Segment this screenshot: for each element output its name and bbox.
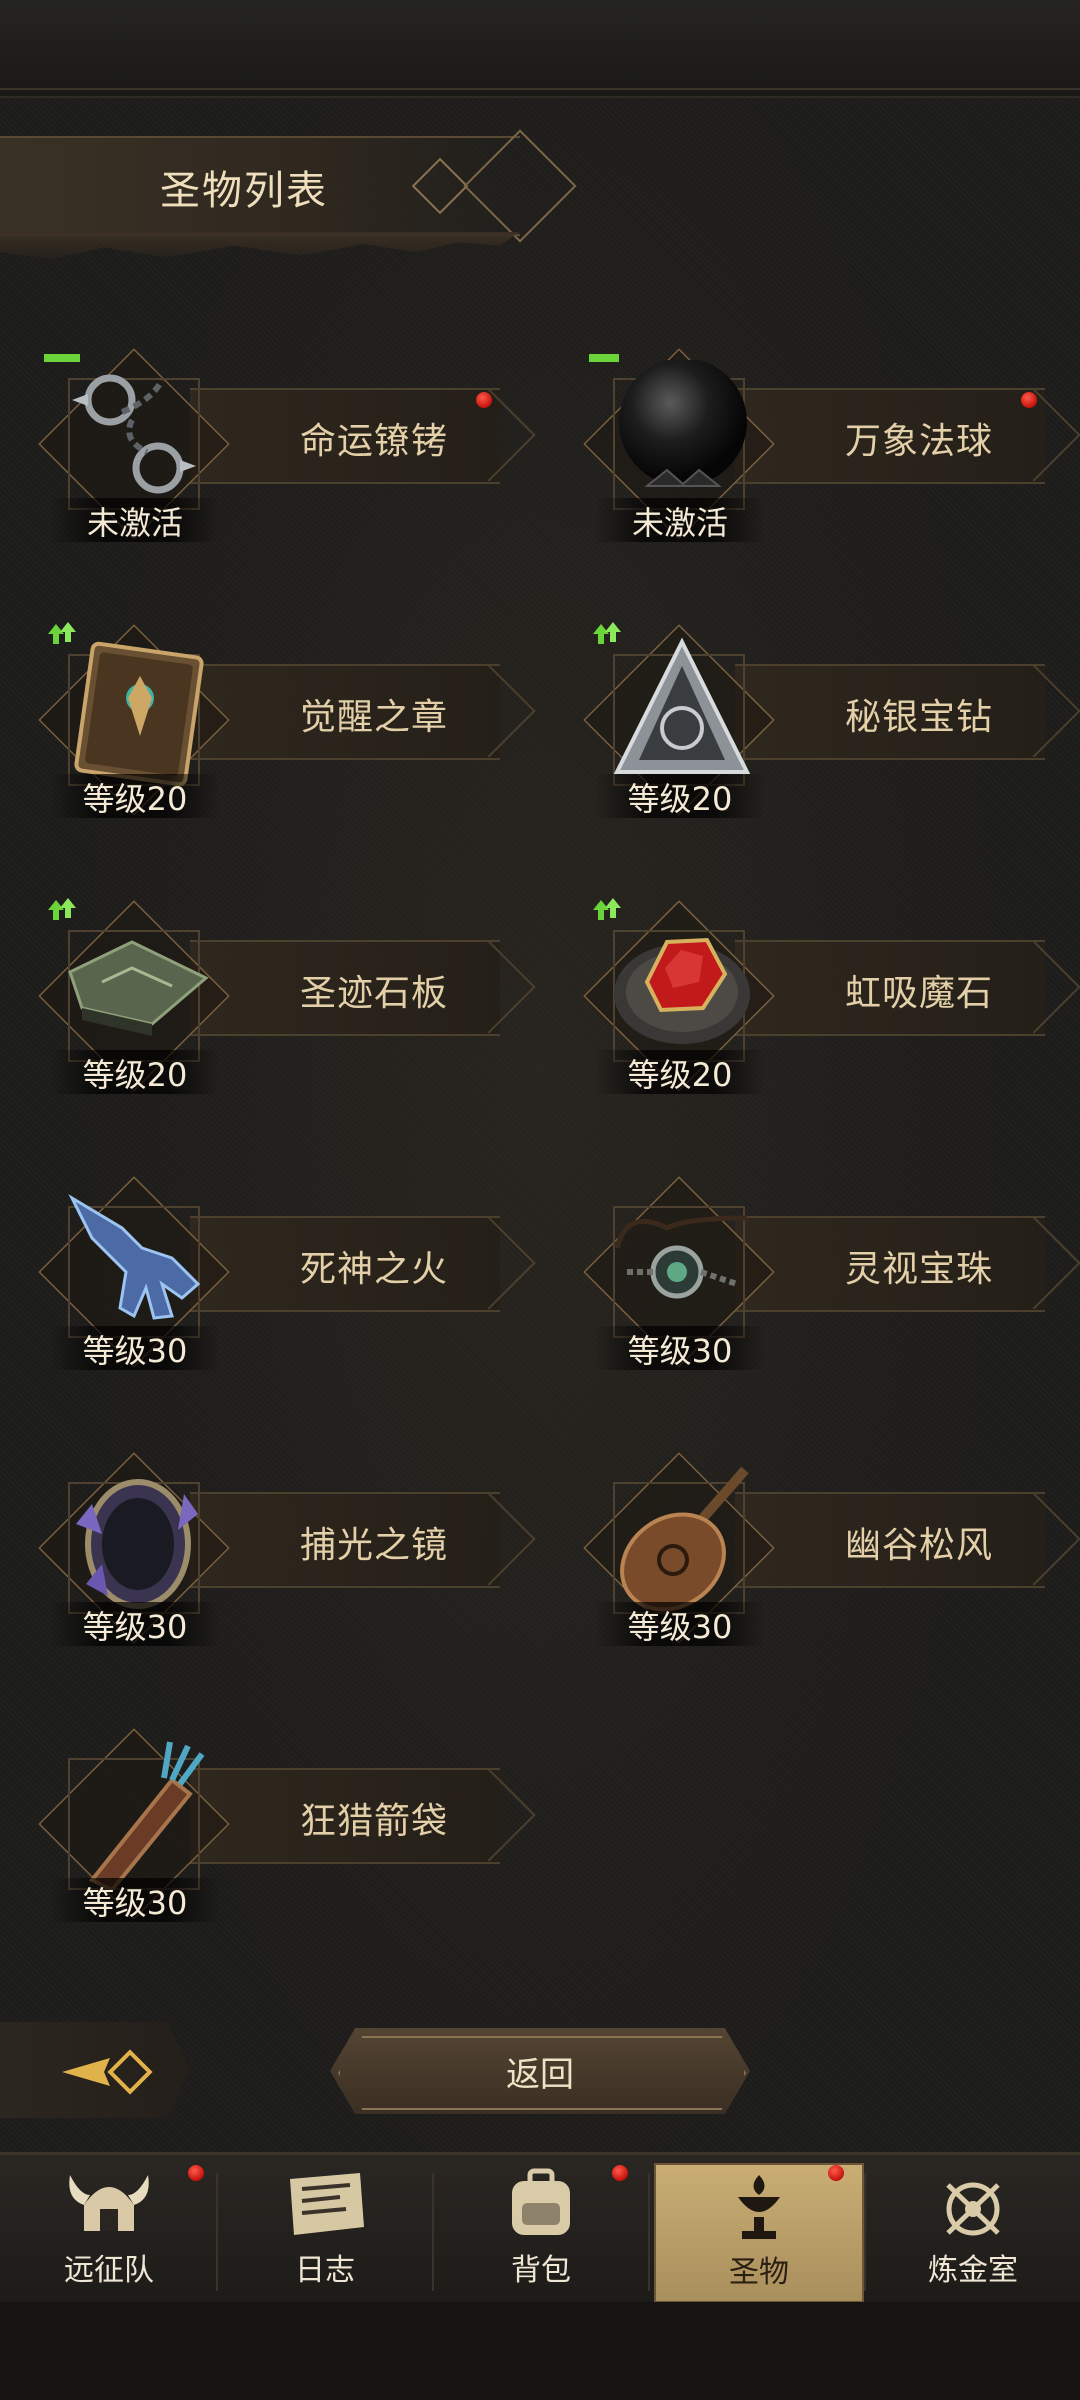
- page-title: 圣物列表: [160, 168, 328, 214]
- relic-card-5[interactable]: 虹吸魔石 等级20: [555, 892, 1075, 1112]
- upgrade-arrow-icon: [48, 622, 76, 644]
- stone-tablet-icon: [62, 912, 212, 1062]
- relic-status: 等级30: [595, 1602, 765, 1646]
- relic-status: 等级30: [50, 1878, 220, 1922]
- relic-card-6[interactable]: 死神之火 等级30: [10, 1168, 530, 1388]
- relic-status: 等级20: [595, 774, 765, 818]
- chalice-relic-icon: [738, 2175, 780, 2239]
- nav-divider: [648, 2173, 650, 2291]
- relic-name: 觉醒之章: [300, 697, 449, 738]
- relic-status: 等级20: [50, 774, 220, 818]
- relic-name-bar: 虹吸魔石: [735, 940, 1045, 1036]
- relic-name-bar: 命运镣铐: [190, 388, 500, 484]
- relic-card-3[interactable]: 秘银宝钻 等级20: [555, 616, 1075, 836]
- relic-name: 虹吸魔石: [845, 973, 994, 1014]
- page-header: 圣物列表: [0, 136, 520, 236]
- relic-name: 死神之火: [300, 1249, 449, 1290]
- nav-tab-expedition[interactable]: 远征队: [6, 2163, 212, 2299]
- relic-name-bar: 灵视宝珠: [735, 1216, 1045, 1312]
- upgrade-arrow-icon: [44, 354, 80, 362]
- nav-label: 远征队: [64, 2253, 154, 2288]
- ornate-book-icon: [62, 636, 212, 786]
- ghost-hand-icon: [62, 1188, 212, 1338]
- relic-status: 等级20: [50, 1050, 220, 1094]
- lute-icon: [607, 1464, 757, 1614]
- notification-dot: [828, 2165, 844, 2181]
- upgrade-arrow-icon: [48, 898, 76, 920]
- relic-status: 等级30: [50, 1326, 220, 1370]
- nav-divider: [864, 2173, 866, 2291]
- relic-card-10[interactable]: 狂猎箭袋 等级30: [10, 1720, 530, 1940]
- upgrade-arrow-icon: [593, 622, 621, 644]
- relic-name: 万象法球: [845, 421, 994, 462]
- relic-name-bar: 捕光之镜: [190, 1492, 500, 1588]
- relic-name: 圣迹石板: [300, 973, 449, 1014]
- upgrade-arrow-icon: [593, 898, 621, 920]
- relic-card-8[interactable]: 捕光之镜 等级30: [10, 1444, 530, 1664]
- notification-dot: [612, 2165, 628, 2181]
- silver-pyramid-icon: [607, 636, 757, 786]
- previous-page-button[interactable]: [0, 2022, 190, 2118]
- notification-dot: [476, 392, 492, 408]
- relic-status: 等级20: [595, 1050, 765, 1094]
- relic-name-bar: 幽谷松风: [735, 1492, 1045, 1588]
- back-button-label: 返回: [506, 2054, 574, 2095]
- red-gem-fur-icon: [607, 912, 757, 1062]
- alchemy-icon: [946, 2182, 1000, 2236]
- relic-name: 命运镣铐: [300, 421, 449, 462]
- relic-status: 未激活: [595, 498, 765, 542]
- relic-card-9[interactable]: 幽谷松风 等级30: [555, 1444, 1075, 1664]
- system-bottom-bar: [0, 2302, 1080, 2400]
- arrow-quiver-icon: [62, 1740, 212, 1890]
- relic-card-0[interactable]: 命运镣铐 未激活: [10, 340, 530, 560]
- relic-card-7[interactable]: 灵视宝珠 等级30: [555, 1168, 1075, 1388]
- dark-orb-icon: [607, 360, 757, 510]
- nav-tab-bag[interactable]: 背包: [438, 2163, 644, 2299]
- nav-divider: [432, 2173, 434, 2291]
- nav-tab-log[interactable]: 日志: [222, 2163, 428, 2299]
- nav-label: 日志: [295, 2253, 355, 2288]
- relic-status: 等级30: [50, 1602, 220, 1646]
- notification-dot: [1021, 392, 1037, 408]
- scroll-log-icon: [290, 2173, 364, 2235]
- relic-name: 狂猎箭袋: [300, 1801, 449, 1842]
- relic-name-bar: 万象法球: [735, 388, 1045, 484]
- back-button[interactable]: 返回: [330, 2028, 750, 2114]
- nav-tab-alchemy[interactable]: 炼金室: [870, 2163, 1076, 2299]
- top-border: [0, 0, 1080, 98]
- nav-tab-relics[interactable]: 圣物: [654, 2163, 864, 2303]
- relic-card-4[interactable]: 圣迹石板 等级20: [10, 892, 530, 1112]
- relic-status: 未激活: [50, 498, 220, 542]
- amulet-necklace-icon: [607, 1188, 757, 1338]
- crystal-mirror-icon: [62, 1464, 212, 1614]
- relic-name: 捕光之镜: [300, 1525, 449, 1566]
- relic-name-bar: 死神之火: [190, 1216, 500, 1312]
- arrow-left-icon: [62, 2049, 153, 2095]
- horned-helmet-icon: [69, 2175, 149, 2231]
- relic-name: 秘银宝钻: [845, 697, 994, 738]
- relic-card-1[interactable]: 万象法球 未激活: [555, 340, 1075, 560]
- relic-name-bar: 觉醒之章: [190, 664, 500, 760]
- relic-name-bar: 秘银宝钻: [735, 664, 1045, 760]
- relic-name-bar: 圣迹石板: [190, 940, 500, 1036]
- nav-divider: [216, 2173, 218, 2291]
- bottom-nav: 远征队 日志 背包 圣物 炼金室: [0, 2152, 1080, 2305]
- chain-shackles-icon: [62, 360, 212, 510]
- relic-name: 灵视宝珠: [845, 1249, 994, 1290]
- nav-label: 圣物: [729, 2255, 789, 2290]
- backpack-icon: [512, 2168, 570, 2235]
- relic-status: 等级30: [595, 1326, 765, 1370]
- nav-label: 背包: [511, 2253, 571, 2288]
- notification-dot: [188, 2165, 204, 2181]
- header-diamond-ornament: [411, 157, 469, 215]
- relic-card-2[interactable]: 觉醒之章 等级20: [10, 616, 530, 836]
- relic-name-bar: 狂猎箭袋: [190, 1768, 500, 1864]
- relic-name: 幽谷松风: [845, 1525, 994, 1566]
- nav-label: 炼金室: [928, 2253, 1018, 2288]
- upgrade-arrow-icon: [589, 354, 619, 362]
